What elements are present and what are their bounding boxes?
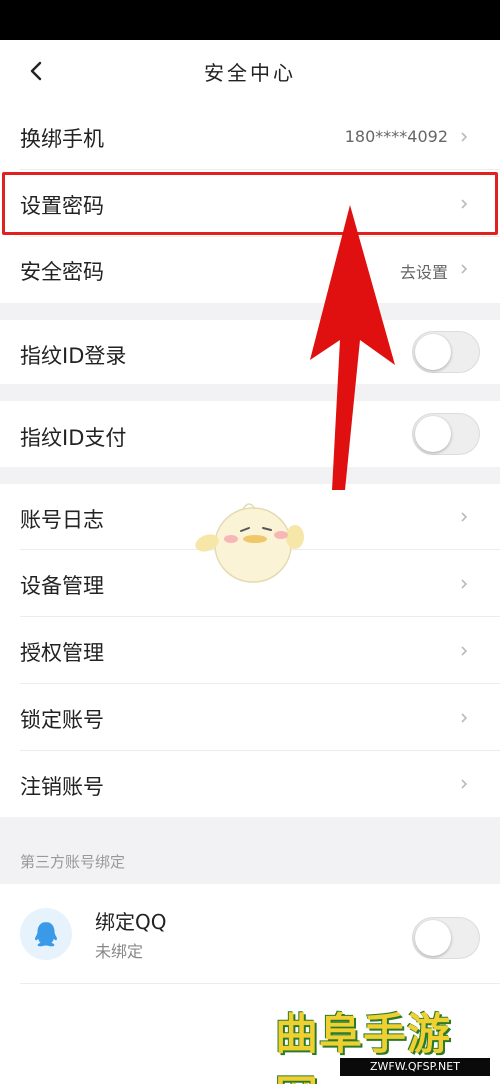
row-bind-qq[interactable]: 绑定QQ 未绑定 [0, 884, 500, 984]
watermark-sub: ZWFW.QFSP.NET [340, 1058, 490, 1076]
row-lock-account[interactable]: 锁定账号 [0, 684, 500, 751]
section-caption: 第三方账号绑定 [20, 853, 126, 871]
row-label: 安全密码 [20, 260, 104, 284]
chevron-right-icon [461, 713, 468, 723]
third-party-section-header: 第三方账号绑定 [0, 817, 500, 884]
chevron-right-icon [461, 646, 468, 656]
row-label: 指纹ID登录 [20, 344, 127, 368]
section-gap [0, 303, 500, 320]
qq-penguin-icon [35, 922, 57, 947]
row-label: 注销账号 [20, 775, 104, 799]
chevron-right-icon [461, 512, 468, 522]
row-account-log[interactable]: 账号日志 [0, 484, 500, 550]
toggle-knob [415, 920, 451, 956]
divider [20, 983, 500, 984]
row-device-management[interactable]: 设备管理 [0, 550, 500, 617]
chevron-right-icon [461, 264, 468, 274]
row-label: 锁定账号 [20, 708, 104, 732]
qq-title: 绑定QQ [95, 910, 167, 934]
set-up-value: 去设置 [399, 263, 448, 282]
toggle-knob [415, 416, 451, 452]
header: 安全中心 [0, 40, 500, 102]
section-gap [0, 467, 500, 484]
qq-status: 未绑定 [95, 942, 144, 961]
site-watermark: 曲阜手游网 ZWFW.QFSP.NET [275, 1000, 490, 1084]
row-security-password[interactable]: 安全密码 去设置 [0, 237, 500, 303]
chevron-right-icon [461, 779, 468, 789]
row-label: 账号日志 [20, 508, 104, 532]
row-label: 设备管理 [20, 574, 104, 598]
row-cancel-account[interactable]: 注销账号 [0, 751, 500, 817]
row-label: 换绑手机 [20, 127, 104, 151]
section-gap [0, 384, 500, 401]
chevron-right-icon [461, 132, 468, 142]
chevron-right-icon [461, 579, 468, 589]
status-bar [0, 0, 500, 40]
fingerprint-pay-toggle[interactable] [412, 413, 480, 455]
row-label: 指纹ID支付 [20, 426, 127, 450]
toggle-knob [415, 334, 451, 370]
row-authorization-management[interactable]: 授权管理 [0, 617, 500, 684]
row-fingerprint-pay: 指纹ID支付 [0, 401, 500, 467]
fingerprint-login-toggle[interactable] [412, 331, 480, 373]
row-fingerprint-login: 指纹ID登录 [0, 320, 500, 384]
phone-number-value: 180****4092 [344, 127, 448, 146]
highlight-box [2, 172, 498, 235]
qq-bind-toggle[interactable] [412, 917, 480, 959]
page-title: 安全中心 [204, 61, 296, 85]
row-label: 授权管理 [20, 641, 104, 665]
qq-avatar [20, 908, 72, 960]
row-change-phone[interactable]: 换绑手机 180****4092 [0, 102, 500, 170]
